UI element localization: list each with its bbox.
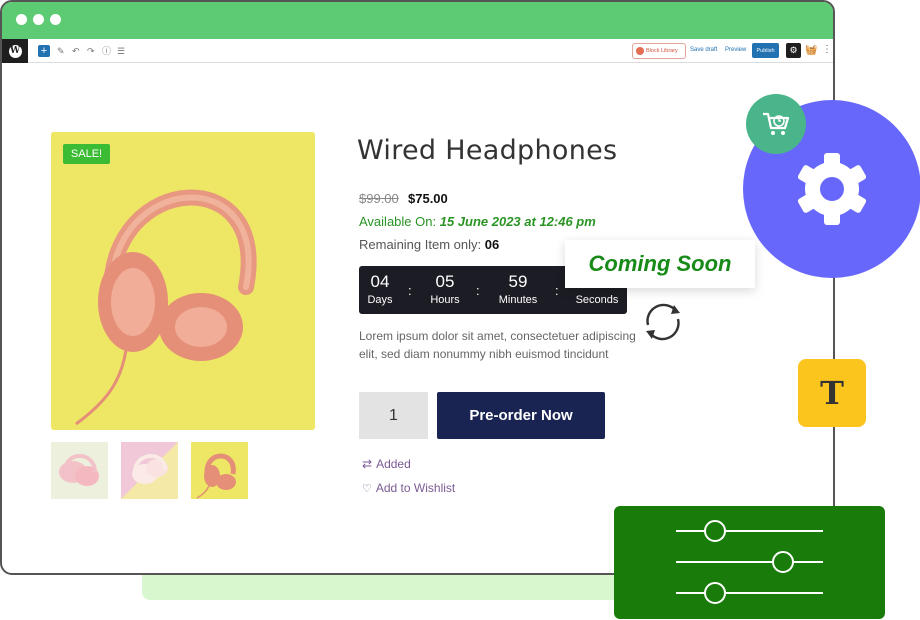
preview-button[interactable]: Preview bbox=[725, 47, 746, 53]
sale-price: $75.00 bbox=[408, 191, 448, 206]
compare-arrows-icon: ⇄ bbox=[362, 457, 373, 471]
product-thumbnail-3[interactable] bbox=[191, 442, 248, 499]
pencil-icon[interactable]: ✎ bbox=[57, 44, 65, 58]
refresh-arrows-icon bbox=[646, 303, 680, 341]
block-library-icon bbox=[636, 47, 644, 55]
window-dot-3 bbox=[50, 14, 61, 25]
sliders-icon bbox=[676, 520, 823, 604]
product-description: Lorem ipsum dolor sit amet, consectetuer… bbox=[359, 329, 636, 361]
sliders-panel bbox=[614, 506, 885, 619]
countdown-separator: : bbox=[555, 283, 559, 298]
window-dot-1 bbox=[16, 14, 27, 25]
settings-gear-icon[interactable]: ⚙ bbox=[786, 43, 801, 58]
window-dot-2 bbox=[33, 14, 44, 25]
wishlist-link[interactable]: ♡ Add to Wishlist bbox=[362, 481, 455, 495]
undo-icon[interactable]: ↶ bbox=[72, 44, 80, 58]
block-library-button[interactable]: Block Library bbox=[632, 43, 686, 59]
redo-icon[interactable]: ↷ bbox=[87, 44, 95, 58]
save-draft-button[interactable]: Save draft bbox=[690, 47, 717, 53]
countdown-separator: : bbox=[476, 283, 480, 298]
heart-icon: ♡ bbox=[362, 482, 372, 495]
sale-badge: SALE! bbox=[63, 144, 110, 164]
more-options-icon[interactable]: ⋮ bbox=[822, 44, 832, 55]
product-main-image bbox=[51, 132, 315, 430]
product-thumbnail-2[interactable] bbox=[121, 442, 178, 499]
add-block-icon[interactable]: + bbox=[38, 45, 50, 57]
typography-icon: T bbox=[798, 359, 866, 427]
old-price: $99.00 bbox=[359, 191, 399, 206]
countdown-minutes: 59 Minutes bbox=[498, 272, 538, 306]
remaining-label: Remaining Item only: bbox=[359, 237, 482, 252]
product-title: Wired Headphones bbox=[357, 135, 618, 166]
preorder-button[interactable]: Pre-order Now bbox=[437, 392, 605, 439]
wordpress-logo-icon[interactable]: W bbox=[2, 39, 28, 63]
info-icon[interactable]: ⓘ bbox=[102, 44, 111, 58]
compare-label: Added bbox=[376, 457, 411, 471]
coming-soon-badge: Coming Soon bbox=[565, 240, 755, 288]
availability-text: Available On: 15 June 2023 at 12:46 pm bbox=[359, 214, 596, 229]
availability-date: 15 June 2023 at 12:46 pm bbox=[439, 214, 596, 229]
list-view-icon[interactable]: ☰ bbox=[117, 44, 125, 58]
preorder-cart-icon bbox=[746, 94, 806, 154]
product-thumbnail-1[interactable] bbox=[51, 442, 108, 499]
countdown-separator: : bbox=[408, 283, 412, 298]
remaining-stock: Remaining Item only: 06 bbox=[359, 237, 499, 252]
gear-icon bbox=[797, 153, 867, 225]
countdown-hours: 05 Hours bbox=[430, 272, 460, 306]
headphones-image bbox=[51, 132, 315, 430]
compare-link[interactable]: ⇄ Added bbox=[362, 457, 411, 471]
wishlist-label: Add to Wishlist bbox=[375, 481, 456, 495]
window-titlebar bbox=[2, 2, 833, 39]
quantity-input[interactable]: 1 bbox=[359, 392, 428, 439]
availability-label: Available On: bbox=[359, 214, 437, 229]
publish-button[interactable]: Publish bbox=[752, 43, 779, 58]
editor-toolbar: W + ✎ ↶ ↷ ⓘ ☰ Block Library Save draft P… bbox=[2, 39, 833, 63]
countdown-days: 04 Days bbox=[367, 272, 393, 306]
remaining-count: 06 bbox=[484, 237, 500, 252]
basket-icon[interactable]: 🧺 bbox=[805, 45, 817, 56]
